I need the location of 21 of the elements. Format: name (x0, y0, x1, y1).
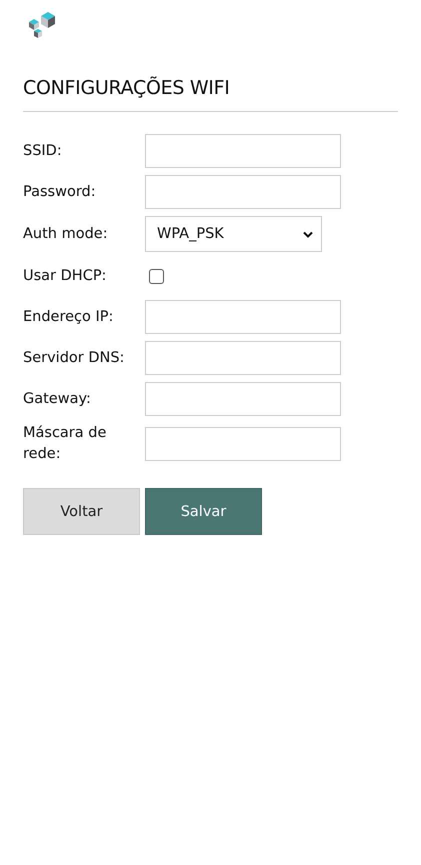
cubes-logo-icon (27, 12, 57, 40)
input-field[interactable] (145, 134, 341, 168)
select-field[interactable]: WPA_PSK (145, 216, 322, 252)
field-label: Auth mode: (23, 224, 109, 244)
back-button[interactable]: Voltar (23, 488, 140, 535)
save-button[interactable]: Salvar (145, 488, 262, 535)
input-field[interactable] (145, 427, 341, 461)
checkbox[interactable] (149, 268, 164, 284)
field-label: Password: (23, 182, 97, 202)
field-label: Servidor DNS: (23, 348, 126, 368)
input-field[interactable] (145, 175, 341, 209)
page-title: CONFIGURAÇÕES WIFI (23, 77, 231, 99)
field-label: Máscara de rede: (23, 424, 108, 464)
input-field[interactable] (145, 341, 341, 375)
field-label: SSID: (23, 142, 63, 160)
field-label: Gateway: (23, 390, 92, 408)
field-label: Usar DHCP: (23, 266, 108, 286)
field-label: Endereço IP: (23, 308, 114, 326)
chevron-down-icon (303, 230, 313, 238)
input-field[interactable] (145, 382, 341, 416)
input-field[interactable] (145, 300, 341, 334)
